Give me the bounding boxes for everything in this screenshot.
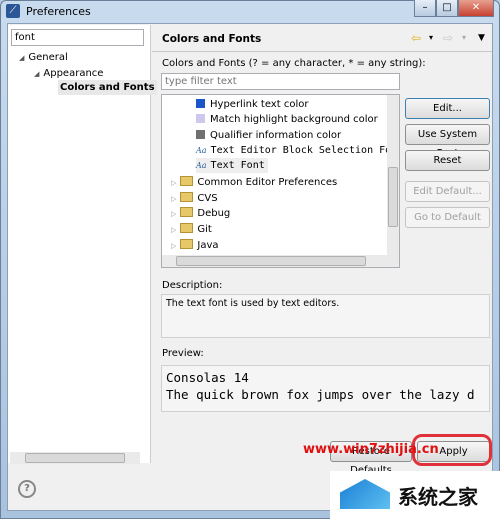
folder-icon — [180, 192, 194, 202]
list-item[interactable]: ▷ Common Editor Preferences — [171, 175, 337, 190]
house-logo-icon — [340, 479, 390, 509]
close-button[interactable]: ✕ — [458, 0, 494, 17]
list-item[interactable]: Qualifier information color — [196, 128, 341, 143]
window-title: Preferences — [26, 5, 91, 18]
watermark-logo: 系统之家 — [330, 471, 500, 519]
tree-horizontal-scrollbar[interactable] — [10, 452, 140, 464]
tree-item-appearance[interactable]: ◢ Appearance — [34, 68, 103, 79]
back-arrow-icon[interactable]: ⇦ — [411, 31, 421, 45]
use-system-font-button[interactable]: Use System Font — [405, 124, 490, 159]
colors-fonts-tree: Hyperlink text color Match highlight bac… — [161, 94, 400, 268]
color-swatch-icon — [196, 114, 205, 123]
list-item[interactable]: ▷ Git — [171, 222, 212, 237]
go-to-default-button[interactable]: Go to Default — [405, 207, 490, 228]
forward-arrow-icon[interactable]: ⇨ — [443, 31, 453, 45]
folder-icon — [180, 176, 194, 186]
view-menu-icon[interactable]: ▼ — [478, 33, 485, 43]
color-swatch-icon — [196, 99, 205, 108]
list-item[interactable]: ▷ Java — [171, 238, 219, 253]
colors-filter-input[interactable] — [161, 73, 400, 90]
maximize-button[interactable]: □ — [436, 0, 458, 17]
reset-button[interactable]: Reset — [405, 150, 490, 171]
list-item[interactable]: Match highlight background color — [196, 112, 378, 127]
list-vertical-scrollbar[interactable] — [387, 95, 399, 255]
forward-menu-chevron-icon[interactable]: ▾ — [462, 33, 466, 42]
tree-item-general[interactable]: ◢ General — [19, 52, 68, 63]
list-item[interactable]: Hyperlink text color — [196, 97, 308, 112]
collapsed-icon: ▷ — [171, 242, 177, 250]
folder-icon — [180, 239, 194, 249]
edit-default-button[interactable]: Edit Default... — [405, 181, 490, 202]
collapsed-icon: ▷ — [171, 179, 177, 187]
list-horizontal-scrollbar[interactable] — [162, 255, 399, 267]
edit-button[interactable]: Edit... — [405, 98, 490, 119]
color-swatch-icon — [196, 130, 205, 139]
expanded-icon: ◢ — [19, 54, 25, 62]
eclipse-icon: ⟋ — [6, 4, 20, 18]
expanded-icon: ◢ — [34, 70, 40, 78]
collapsed-icon: ▷ — [171, 195, 177, 203]
list-item[interactable]: ▷ CVS — [171, 191, 218, 206]
description-text: The text font is used by text editors. — [161, 294, 490, 338]
font-preview: Consolas 14 The quick brown fox jumps ove… — [161, 365, 490, 412]
collapsed-icon: ▷ — [171, 210, 177, 218]
tree-item-colors-and-fonts[interactable]: Colors and Fonts — [58, 80, 157, 95]
preference-filter-input[interactable]: font — [11, 29, 144, 46]
font-icon: Aa — [196, 146, 207, 155]
preview-label: Preview: — [162, 348, 204, 359]
filter-label: Colors and Fonts (? = any character, * =… — [162, 58, 426, 69]
watermark-brand: 系统之家 — [398, 485, 478, 509]
folder-icon — [180, 207, 194, 217]
page-title: Colors and Fonts — [162, 33, 262, 45]
list-item-selected[interactable]: Aa Text Font — [196, 158, 268, 173]
minimize-button[interactable]: – — [414, 0, 436, 17]
folder-icon — [180, 223, 194, 233]
font-icon: Aa — [196, 161, 207, 170]
list-item[interactable]: ▷ Debug — [171, 206, 230, 221]
watermark-url: www.win7zhijia.cn — [303, 442, 439, 457]
help-icon[interactable]: ? — [18, 480, 36, 498]
description-label: Description: — [162, 280, 223, 291]
list-item[interactable]: Aa Text Editor Block Selection Font — [196, 143, 399, 158]
back-menu-chevron-icon[interactable]: ▾ — [429, 33, 433, 42]
collapsed-icon: ▷ — [171, 226, 177, 234]
